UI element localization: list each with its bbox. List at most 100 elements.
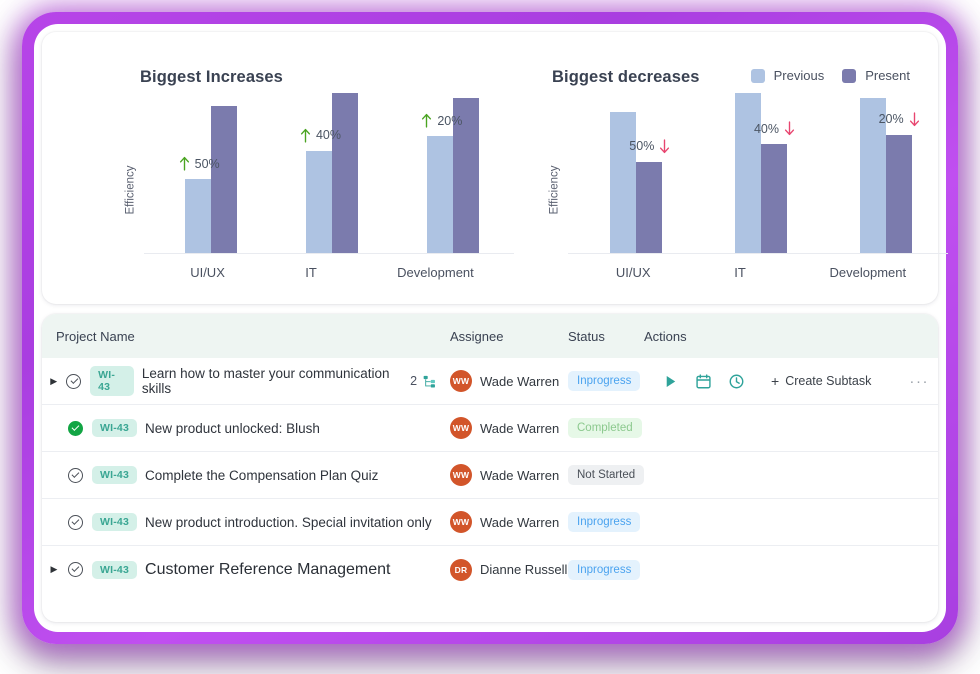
- legend-item-previous: Previous: [750, 68, 825, 83]
- table-row[interactable]: ▶ WI-43 Customer Reference Management DR Dia…: [42, 546, 938, 593]
- cell-project-name: ▶WI-43New product unlocked: Blush: [42, 419, 450, 437]
- delta-annotation-left-1: 40%: [300, 128, 341, 143]
- chart-increases: Efficiency 50% 40% 20% UI/UX IT Development: [100, 90, 520, 290]
- project-title[interactable]: Customer Reference Management: [145, 561, 390, 579]
- avatar[interactable]: WW: [450, 370, 472, 392]
- issue-key-badge: WI-43: [92, 466, 138, 484]
- issue-key-badge: WI-43: [92, 419, 138, 437]
- cell-project-name: ▶WI-43New product introduction. Special …: [42, 513, 450, 531]
- chart-title-increases: Biggest Increases: [140, 68, 283, 86]
- cell-project-name: ▶ WI-43 Customer Reference Management: [42, 560, 450, 579]
- bar-group-right-0: 50%: [610, 112, 670, 253]
- status-badge[interactable]: Inprogress: [568, 512, 641, 532]
- expand-row-icon[interactable]: ▶: [46, 565, 62, 574]
- avatar[interactable]: WW: [450, 417, 472, 439]
- delta-annotation-right-2: 20%: [879, 112, 920, 127]
- x-tick-right-0: UI/UX: [615, 265, 651, 280]
- project-title[interactable]: Complete the Compensation Plan Quiz: [145, 468, 378, 483]
- avatar[interactable]: DR: [450, 558, 472, 581]
- bar-groups-right: 50% 40% 20%: [574, 93, 948, 253]
- cell-actions: + Create Subtask ···: [644, 373, 938, 390]
- project-title[interactable]: Learn how to master your communication s…: [142, 366, 410, 396]
- status-badge[interactable]: Not Started: [568, 465, 645, 485]
- bar-present-left-1: [331, 93, 358, 253]
- delta-value-left-2: 20%: [437, 113, 463, 128]
- x-tick-right-1: IT: [734, 265, 746, 280]
- status-badge[interactable]: Inprogress: [568, 559, 641, 580]
- bar-group-left-1: 40%: [300, 93, 358, 253]
- bar-present-right-2: [885, 134, 912, 253]
- check-circle-icon[interactable]: [62, 420, 88, 436]
- cell-project-name: ▶WI-43Complete the Compensation Plan Qui…: [42, 466, 450, 484]
- avatar[interactable]: WW: [450, 464, 472, 486]
- delta-annotation-left-2: 20%: [421, 113, 462, 128]
- cell-status: Not Started: [568, 465, 645, 485]
- bar-groups-left: 50% 40% 20%: [150, 93, 514, 253]
- table-row[interactable]: ▶ WI-43 Learn how to master your communica…: [42, 358, 938, 405]
- assignee-name: Dianne Russell: [480, 562, 568, 577]
- cell-assignee: DR Dianne Russell: [450, 558, 568, 581]
- bar-present-right-1: [760, 144, 787, 253]
- delta-annotation-left-0: 50%: [179, 156, 220, 172]
- check-circle-icon[interactable]: [62, 562, 88, 577]
- cell-status: Completed: [568, 418, 644, 438]
- play-icon[interactable]: [662, 373, 679, 390]
- project-title[interactable]: New product introduction. Special invita…: [145, 515, 432, 530]
- cell-assignee: WW Wade Warren: [450, 417, 568, 439]
- check-circle-icon[interactable]: [61, 373, 86, 389]
- bar-previous-left-1: [305, 150, 332, 253]
- x-tick-left-1: IT: [305, 265, 317, 280]
- table-header-row: Project Name Assignee Status Actions: [42, 314, 938, 358]
- legend-label-previous: Previous: [773, 68, 825, 83]
- cell-status: Inprogress: [568, 371, 644, 391]
- x-tick-left-2: Development: [397, 265, 474, 280]
- projects-table: Project Name Assignee Status Actions ▶ WI…: [42, 314, 938, 622]
- cell-status: Inprogress: [568, 512, 644, 532]
- cell-assignee: WW Wade Warren: [450, 511, 568, 533]
- clock-icon[interactable]: [728, 373, 745, 390]
- subtask-icon: [423, 375, 436, 388]
- table-row[interactable]: ▶WI-43New product introduction. Special …: [42, 499, 938, 546]
- assignee-name: Wade Warren: [480, 467, 560, 483]
- x-tick-left-0: UI/UX: [190, 265, 225, 280]
- plus-icon: +: [771, 373, 780, 389]
- bar-previous-left-2: [427, 136, 454, 253]
- create-subtask-button[interactable]: + Create Subtask: [771, 374, 871, 388]
- bar-group-left-0: 50%: [179, 105, 237, 253]
- delta-value-right-2: 20%: [878, 112, 904, 127]
- charts-panel: Biggest Increases Biggest decreases Prev…: [42, 32, 948, 304]
- bar-group-right-2: 20%: [859, 97, 919, 253]
- chart-legend: Previous Present: [750, 68, 910, 83]
- column-header-actions: Actions: [644, 328, 687, 344]
- assignee-name: Wade Warren: [480, 420, 560, 436]
- project-title[interactable]: New product unlocked: Blush: [145, 421, 320, 436]
- x-axis-line-left: [144, 253, 514, 254]
- column-header-assignee: Assignee: [450, 328, 504, 344]
- expand-row-icon[interactable]: ▶: [46, 376, 61, 386]
- delta-value-right-0: 50%: [629, 139, 655, 154]
- y-axis-label-right: Efficiency: [548, 165, 561, 215]
- table-row[interactable]: ▶WI-43New product unlocked: BlushWWWade …: [42, 405, 938, 452]
- calendar-icon[interactable]: [695, 373, 712, 390]
- check-circle-icon[interactable]: [62, 514, 88, 530]
- bar-present-left-0: [210, 105, 237, 253]
- delta-annotation-right-0: 50%: [629, 139, 670, 154]
- delta-annotation-right-1: 40%: [754, 121, 795, 136]
- status-badge[interactable]: Inprogress: [568, 371, 641, 391]
- app-surface: Biggest Increases Biggest decreases Prev…: [34, 24, 948, 632]
- x-tick-right-2: Development: [829, 265, 907, 280]
- issue-key-badge: WI-43: [92, 560, 138, 579]
- table-body: ▶ WI-43 Learn how to master your communica…: [42, 358, 938, 593]
- status-badge[interactable]: Completed: [568, 418, 642, 438]
- legend-swatch-previous: [750, 68, 765, 83]
- column-header-project-name: Project Name: [56, 328, 135, 344]
- assignee-name: Wade Warren: [480, 514, 560, 530]
- more-options-icon[interactable]: ···: [909, 373, 929, 390]
- table-row[interactable]: ▶WI-43Complete the Compensation Plan Qui…: [42, 452, 938, 499]
- bar-previous-right-0: [610, 112, 637, 253]
- assignee-name: Wade Warren: [480, 373, 560, 389]
- y-axis-label-left: Efficiency: [124, 165, 137, 215]
- bar-previous-left-0: [184, 179, 211, 253]
- avatar[interactable]: WW: [450, 511, 472, 533]
- check-circle-icon[interactable]: [62, 467, 88, 483]
